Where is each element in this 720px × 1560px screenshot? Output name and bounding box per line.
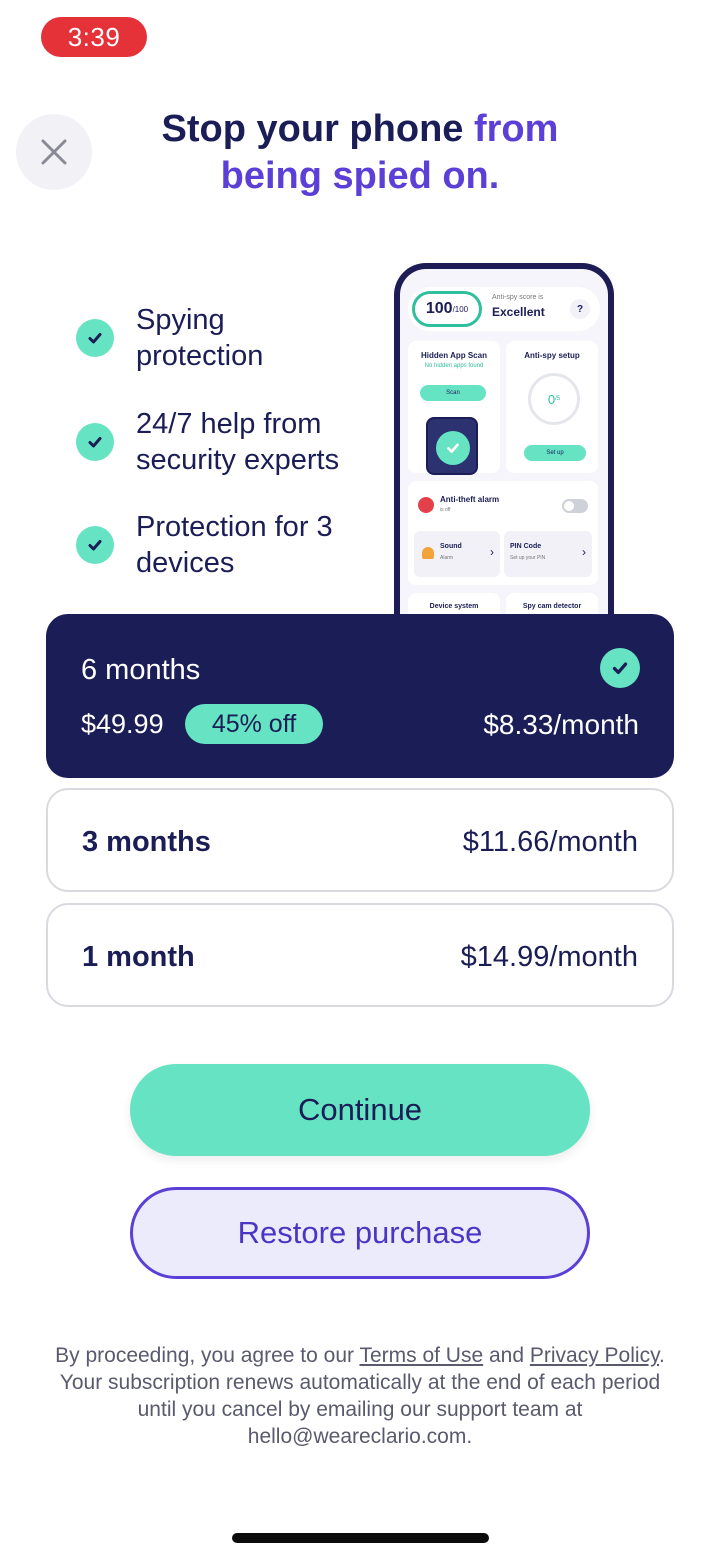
toggle-switch bbox=[562, 499, 588, 513]
feature-label-line1: Protection for 3 bbox=[136, 511, 333, 543]
feature-label-line2: security experts bbox=[136, 444, 340, 476]
restore-purchase-button[interactable]: Restore purchase bbox=[130, 1187, 590, 1279]
mockup-row-subtitle: Set up your PIN bbox=[510, 555, 546, 561]
mockup-score-value: Excellent bbox=[492, 305, 545, 319]
home-indicator[interactable] bbox=[232, 1533, 489, 1543]
check-icon bbox=[76, 423, 114, 461]
mockup-card-title: Device system bbox=[429, 603, 479, 610]
close-icon bbox=[41, 139, 67, 165]
mockup-card-title: Anti-spy setup bbox=[524, 351, 580, 360]
feature-label-line2: devices bbox=[136, 547, 235, 579]
continue-button[interactable]: Continue bbox=[130, 1064, 590, 1156]
feature-item: Protection for 3 devices bbox=[76, 509, 376, 581]
mockup-sound-row: Sound Alarm › bbox=[414, 531, 500, 577]
mockup-card-title: Anti-theft alarm bbox=[440, 495, 500, 504]
mockup-row-subtitle: Alarm bbox=[440, 555, 454, 561]
feature-label-line1: Spying bbox=[136, 304, 225, 336]
discount-badge: 45% off bbox=[185, 704, 323, 744]
status-time: 3:39 bbox=[41, 17, 147, 57]
mockup-pin-row: PIN Code Set up your PIN › bbox=[504, 531, 592, 577]
mockup-score: 100/100 bbox=[412, 291, 482, 327]
plan-name: 1 month bbox=[82, 941, 195, 973]
legal-text: By proceeding, you agree to our bbox=[55, 1344, 360, 1367]
alarm-icon bbox=[418, 497, 434, 513]
close-button[interactable] bbox=[16, 114, 92, 190]
mockup-card-subtitle: No hidden apps found bbox=[424, 363, 484, 369]
privacy-policy-link[interactable]: Privacy Policy bbox=[530, 1344, 659, 1367]
headline-accent-1: from bbox=[473, 108, 559, 150]
plan-name: 3 months bbox=[82, 826, 211, 858]
legal-text: and bbox=[483, 1344, 530, 1367]
plan-monthly-price: $8.33/month bbox=[483, 709, 639, 740]
device-icon bbox=[426, 417, 478, 475]
mockup-score-label: Anti-spy score is bbox=[492, 294, 544, 301]
mockup-card-title: Hidden App Scan bbox=[421, 351, 487, 360]
plan-total-price: $49.99 bbox=[81, 709, 164, 739]
feature-label-line1: 24/7 help from bbox=[136, 408, 322, 440]
plan-option-3-months[interactable]: 3 months $11.66/month bbox=[46, 788, 674, 892]
siren-icon bbox=[422, 547, 434, 559]
plan-monthly-price: $14.99/month bbox=[460, 941, 638, 973]
chevron-right-icon: › bbox=[582, 545, 586, 559]
plan-option-6-months[interactable]: 6 months $49.99 45% off $8.33/month bbox=[46, 614, 674, 778]
check-icon bbox=[76, 526, 114, 564]
plan-option-1-month[interactable]: 1 month $14.99/month bbox=[46, 903, 674, 1007]
headline-text: Stop your phone bbox=[161, 108, 474, 150]
mockup-setup-button: Set up bbox=[524, 445, 586, 461]
headline-accent-2: being spied on. bbox=[220, 155, 500, 197]
feature-label-line2: protection bbox=[136, 340, 264, 372]
legal-disclaimer: By proceeding, you agree to our Terms of… bbox=[40, 1342, 680, 1450]
mockup-score-row: 100/100 Anti-spy score is Excellent ? bbox=[408, 287, 600, 331]
feature-item: Spying protection bbox=[76, 302, 376, 374]
mockup-anti-spy-setup-card: Anti-spy setup 0/5 Set up bbox=[506, 341, 598, 473]
check-icon bbox=[436, 431, 470, 465]
selected-check-icon bbox=[600, 648, 640, 688]
chevron-right-icon: › bbox=[490, 545, 494, 559]
mockup-scan-button: Scan bbox=[420, 385, 486, 401]
feature-item: 24/7 help from security experts bbox=[76, 406, 376, 478]
mockup-card-title: Spy cam detector bbox=[522, 603, 582, 610]
progress-ring: 0/5 bbox=[528, 373, 580, 425]
help-icon: ? bbox=[570, 299, 590, 319]
plan-monthly-price: $11.66/month bbox=[462, 826, 638, 858]
phone-mockup-illustration: 100/100 Anti-spy score is Excellent ? Hi… bbox=[394, 263, 614, 623]
plan-name: 6 months bbox=[81, 654, 201, 686]
check-icon bbox=[76, 319, 114, 357]
mockup-row-title: Sound bbox=[440, 543, 462, 550]
mockup-row-title: PIN Code bbox=[510, 543, 542, 550]
terms-of-use-link[interactable]: Terms of Use bbox=[359, 1344, 483, 1367]
mockup-anti-theft-card: Anti-theft alarm is off Sound Alarm › PI… bbox=[408, 481, 598, 585]
page-title: Stop your phone from being spied on. bbox=[110, 106, 610, 200]
mockup-hidden-app-scan-card: Hidden App Scan No hidden apps found Sca… bbox=[408, 341, 500, 475]
mockup-card-subtitle: is off bbox=[440, 507, 451, 513]
